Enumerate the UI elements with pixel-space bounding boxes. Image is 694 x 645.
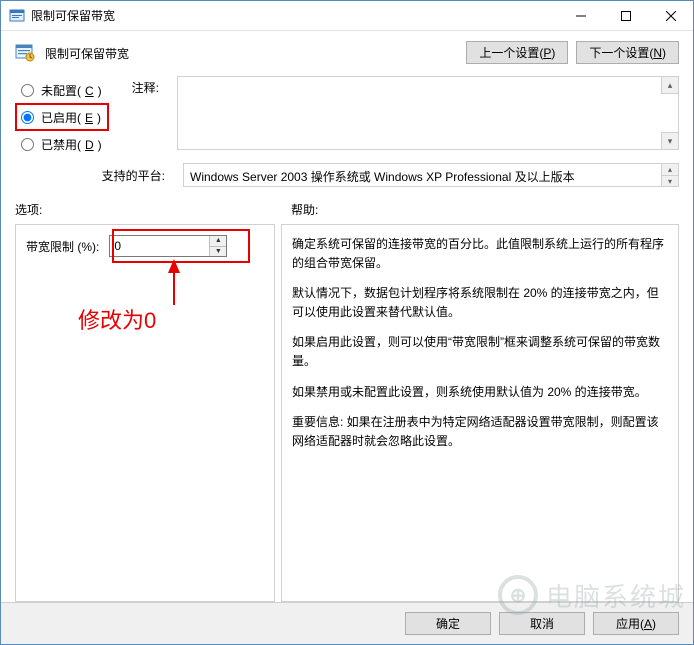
platform-label: 支持的平台: <box>15 163 183 184</box>
scroll-up-icon[interactable]: ▴ <box>661 164 678 175</box>
minimize-button[interactable] <box>558 1 603 30</box>
bandwidth-option-row: 带宽限制 (%): ▲ ▼ <box>26 235 264 257</box>
radio-not-configured[interactable]: 未配置(C) <box>21 82 105 99</box>
window-title: 限制可保留带宽 <box>31 7 558 24</box>
app-icon <box>9 8 25 24</box>
scroll-up-icon[interactable]: ▴ <box>661 77 678 94</box>
prev-setting-button[interactable]: 上一个设置(P) <box>466 41 568 64</box>
help-label: 帮助: <box>291 201 679 218</box>
split-labels: 选项: 帮助: <box>15 201 679 218</box>
config-row: 未配置(C) 已启用(E) 已禁用(D) 注释: ▴ ▾ <box>15 76 679 153</box>
spinner-up-icon[interactable]: ▲ <box>209 236 226 247</box>
ok-button[interactable]: 确定 <box>405 612 491 635</box>
options-label: 选项: <box>15 201 291 218</box>
radio-disabled[interactable]: 已禁用(D) <box>21 136 105 153</box>
options-pane: 带宽限制 (%): ▲ ▼ <box>15 224 275 602</box>
bandwidth-spinner-wrap: ▲ ▼ <box>109 235 227 257</box>
cancel-button[interactable]: 取消 <box>499 612 585 635</box>
help-pane: 确定系统可保留的连接带宽的百分比。此值限制系统上运行的所有程序的组合带宽保留。 … <box>281 224 679 602</box>
split-body: 带宽限制 (%): ▲ ▼ <box>15 224 679 602</box>
policy-title: 限制可保留带宽 <box>45 41 456 62</box>
header-row: 限制可保留带宽 上一个设置(P) 下一个设置(N) <box>15 41 679 64</box>
apply-button[interactable]: 应用(A) <box>593 612 679 635</box>
titlebar: 限制可保留带宽 <box>1 1 693 31</box>
bottom-bar: 确定 取消 应用(A) <box>1 602 693 644</box>
state-radio-group: 未配置(C) 已启用(E) 已禁用(D) <box>15 76 105 153</box>
bandwidth-label: 带宽限制 (%): <box>26 238 99 255</box>
scroll-down-icon[interactable]: ▾ <box>661 132 678 149</box>
close-button[interactable] <box>648 1 693 30</box>
help-p5: 重要信息: 如果在注册表中为特定网络适配器设置带宽限制，则配置该网络适配器时就会… <box>292 413 668 450</box>
policy-icon <box>15 43 35 63</box>
platform-row: 支持的平台: Windows Server 2003 操作系统或 Windows… <box>15 163 679 187</box>
comment-label: 注释: <box>105 76 177 96</box>
spinner-down-icon[interactable]: ▼ <box>209 247 226 257</box>
content-area: 限制可保留带宽 上一个设置(P) 下一个设置(N) 未配置(C) 已启用(E) … <box>1 31 693 602</box>
radio-enabled[interactable]: 已启用(E) <box>21 109 105 126</box>
help-p2: 默认情况下，数据包计划程序将系统限制在 20% 的连接带宽之内，但可以使用此设置… <box>292 284 668 321</box>
help-p1: 确定系统可保留的连接带宽的百分比。此值限制系统上运行的所有程序的组合带宽保留。 <box>292 235 668 272</box>
comment-textarea[interactable]: ▴ ▾ <box>177 76 679 150</box>
platform-text: Windows Server 2003 操作系统或 Windows XP Pro… <box>190 170 575 184</box>
next-setting-button[interactable]: 下一个设置(N) <box>576 41 679 64</box>
help-p3: 如果启用此设置，则可以使用“带宽限制”框来调整系统可保留的带宽数量。 <box>292 333 668 370</box>
annotation-text: 修改为0 <box>78 303 156 335</box>
platform-textbox: Windows Server 2003 操作系统或 Windows XP Pro… <box>183 163 679 187</box>
maximize-button[interactable] <box>603 1 648 30</box>
scroll-down-icon[interactable]: ▾ <box>661 175 678 186</box>
help-p4: 如果禁用或未配置此设置，则系统使用默认值为 20% 的连接带宽。 <box>292 383 668 402</box>
dialog-window: 限制可保留带宽 <box>0 0 694 645</box>
